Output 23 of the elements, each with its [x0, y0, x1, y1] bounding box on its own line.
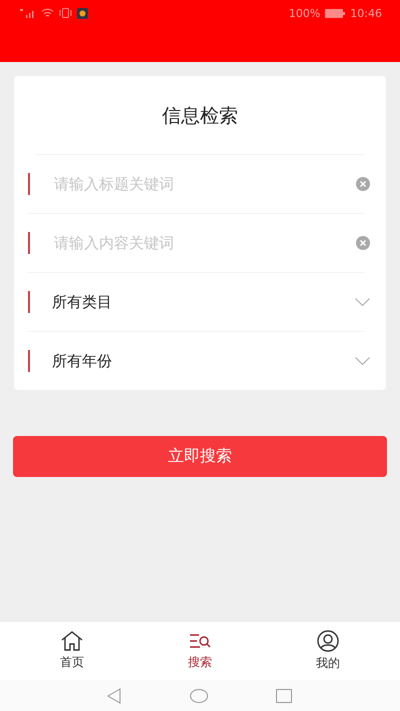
- chevron-down-icon: [355, 298, 370, 306]
- search-button[interactable]: 立即搜索: [13, 436, 387, 477]
- dropdown-field[interactable]: 所有年份: [52, 352, 355, 370]
- user-icon: [316, 630, 340, 652]
- tab[interactable]: 搜索: [170, 631, 230, 671]
- clear-icon[interactable]: [356, 177, 370, 191]
- card-title: 信息检索: [36, 76, 364, 155]
- home-button-icon[interactable]: [190, 688, 208, 702]
- battery-percent: 100%: [288, 6, 320, 20]
- vibrate-icon: [59, 8, 72, 18]
- clear-icon[interactable]: [356, 236, 370, 250]
- tab[interactable]: 我的: [298, 630, 358, 672]
- home-icon: [60, 631, 84, 651]
- signal-icon: [20, 8, 36, 18]
- recents-icon[interactable]: [276, 688, 292, 702]
- dropdown-field[interactable]: 所有类目: [52, 292, 355, 312]
- chevron-down-icon: [355, 357, 370, 365]
- clock: 10:46: [350, 6, 382, 20]
- tab[interactable]: 首页: [42, 631, 102, 671]
- back-icon[interactable]: [106, 688, 122, 704]
- wifi-icon: [41, 8, 54, 18]
- app-icon: [77, 8, 88, 18]
- battery-icon: [325, 8, 346, 18]
